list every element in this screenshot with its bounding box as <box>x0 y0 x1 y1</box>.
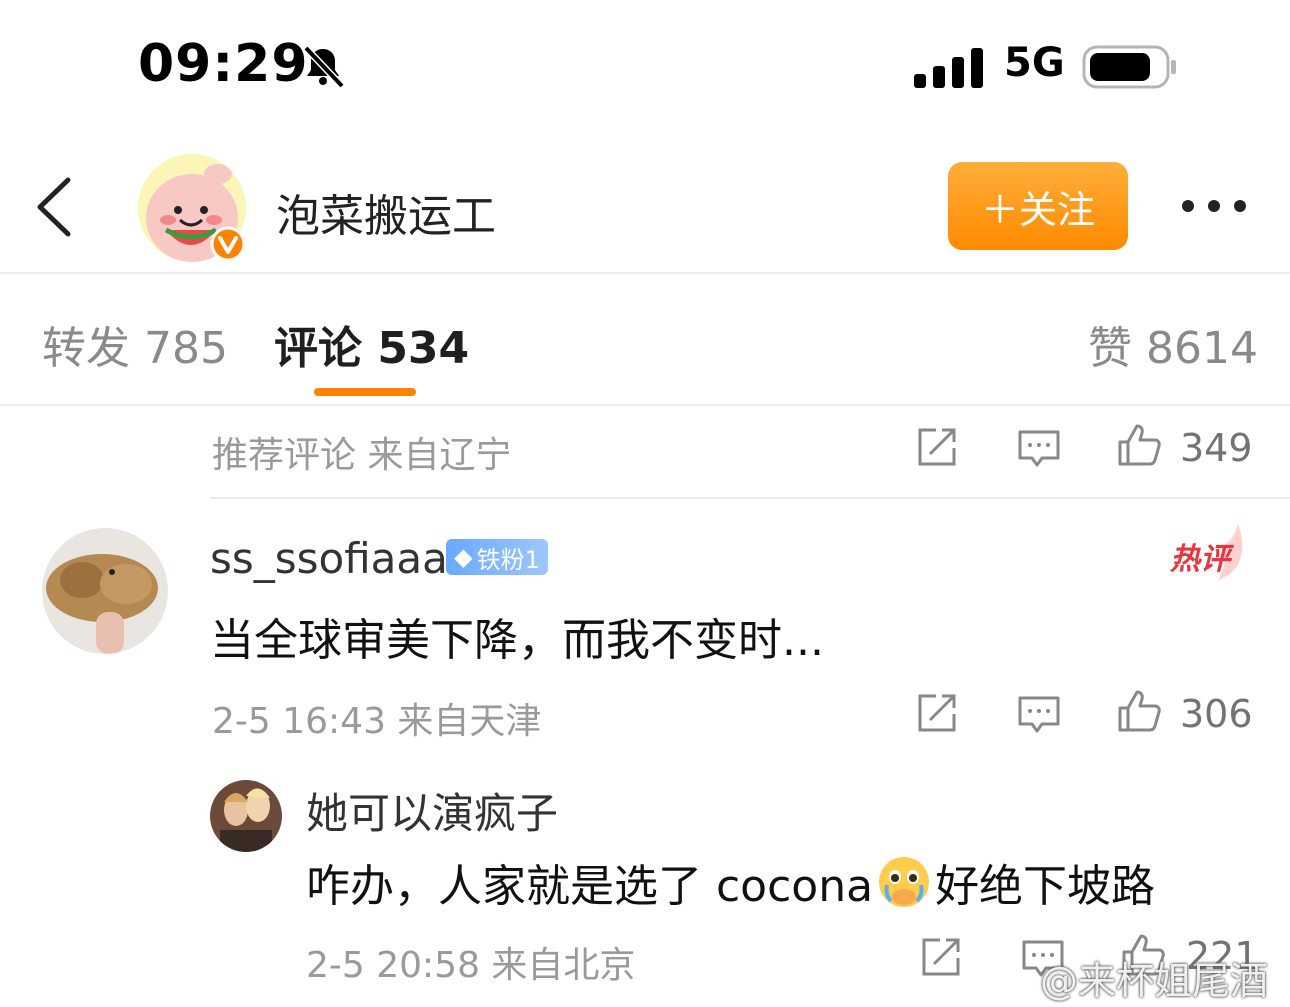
tab-comments[interactable]: 评论 534 <box>274 312 469 376</box>
replier-avatar[interactable] <box>210 780 282 852</box>
commenter-name[interactable]: ss_ssofiaaa <box>210 534 448 583</box>
fan-badge-label: 铁粉1 <box>476 545 540 574</box>
reply-text-end: 好绝下坡路 <box>935 861 1156 912</box>
reply-text-start: 咋办，人家就是选了 cocona <box>306 861 874 912</box>
avatar[interactable] <box>136 152 248 264</box>
hot-comment-badge: 热评 <box>1168 520 1248 582</box>
repost-icon[interactable] <box>914 690 960 736</box>
hot-comment-label: 热评 <box>1170 542 1230 577</box>
like-icon[interactable] <box>1116 422 1162 468</box>
divider <box>0 272 1290 274</box>
tab-repost[interactable]: 转发 785 <box>42 312 228 376</box>
repost-icon[interactable] <box>914 424 960 470</box>
like-icon[interactable] <box>1116 688 1162 734</box>
comment-icon[interactable] <box>1016 692 1062 738</box>
repost-icon[interactable] <box>918 934 964 980</box>
comment-icon[interactable] <box>1016 426 1062 472</box>
teary-pleading-emoji-icon <box>879 857 930 907</box>
fan-badge: ◆ 铁粉1 <box>446 539 548 575</box>
account-name[interactable]: 泡菜搬运工 <box>276 180 496 244</box>
watermark: @来杯姐尾酒 <box>1040 959 1269 1003</box>
status-time: 09:29 <box>138 34 309 94</box>
diamond-icon: ◆ <box>454 543 473 571</box>
comment-text: 当全球审美下降，而我不变时... <box>210 615 824 666</box>
signal-icon <box>914 48 983 88</box>
reply-meta: 2-5 20:58 来自北京 <box>306 945 636 986</box>
more-options-icon[interactable] <box>1178 186 1250 226</box>
network-label: 5G <box>1004 40 1065 86</box>
like-count: 349 <box>1180 426 1253 470</box>
divider <box>210 497 1290 499</box>
like-count: 306 <box>1180 692 1253 736</box>
commenter-avatar[interactable] <box>42 528 168 654</box>
battery-icon <box>1082 45 1176 89</box>
divider <box>0 404 1290 406</box>
bell-muted-icon <box>303 45 345 89</box>
back-icon[interactable] <box>30 176 78 238</box>
replier-name[interactable]: 她可以演疯子 <box>306 780 558 841</box>
recommended-meta: 推荐评论 来自辽宁 <box>212 435 512 476</box>
tab-likes[interactable]: 赞 8614 <box>1088 312 1258 376</box>
comment-meta: 2-5 16:43 来自天津 <box>212 701 542 742</box>
reply-text: 咋办，人家就是选了 cocona 好绝下坡路 <box>306 850 1155 914</box>
follow-button[interactable]: ＋关注 <box>948 162 1128 250</box>
active-tab-indicator <box>314 388 416 396</box>
